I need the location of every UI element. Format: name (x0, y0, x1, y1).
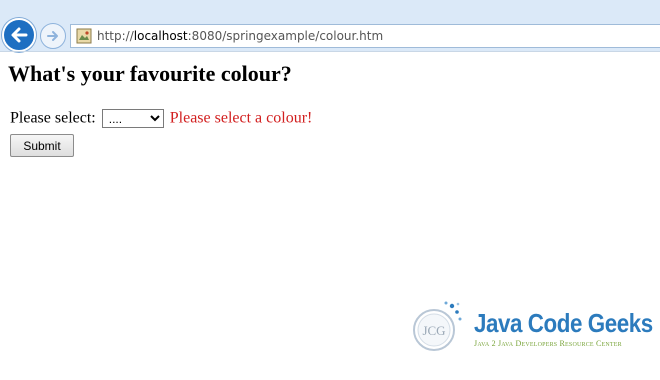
colour-select[interactable]: .... (101, 109, 164, 128)
java-code-geeks-logo: JCG Java Code Geeks Java 2 Java Develope… (406, 290, 653, 360)
jcg-logo-icon: JCG (413, 301, 462, 351)
browser-toolbar: http://localhost:8080/springexample/colo… (0, 0, 660, 52)
forward-button[interactable] (40, 23, 66, 49)
logo-wordmark: Java Code Geeks (474, 308, 653, 338)
url-host: localhost (133, 29, 188, 43)
back-button[interactable] (2, 18, 36, 52)
url-path: :8080/springexample/colour.htm (187, 29, 384, 43)
toolbar-divider (0, 51, 660, 52)
colour-form-row: Please select: .... Please select a colo… (10, 109, 312, 129)
page-title: What's your favourite colour? (8, 61, 292, 86)
back-arrow-icon (11, 27, 28, 43)
url-prefix: http:// (97, 29, 134, 43)
submit-button[interactable]: Submit (10, 134, 74, 157)
address-bar[interactable]: http://localhost:8080/springexample/colo… (70, 24, 660, 48)
page-favicon-icon (76, 28, 92, 44)
jcg-logo-mark-text: JCG (422, 323, 445, 338)
error-message: Please select a colour! (169, 109, 313, 127)
select-label: Please select: (10, 109, 96, 127)
url-text: http://localhost:8080/springexample/colo… (97, 29, 383, 43)
logo-tagline: Java 2 Java Developers Resource Center (474, 339, 622, 348)
forward-arrow-icon (47, 31, 58, 41)
